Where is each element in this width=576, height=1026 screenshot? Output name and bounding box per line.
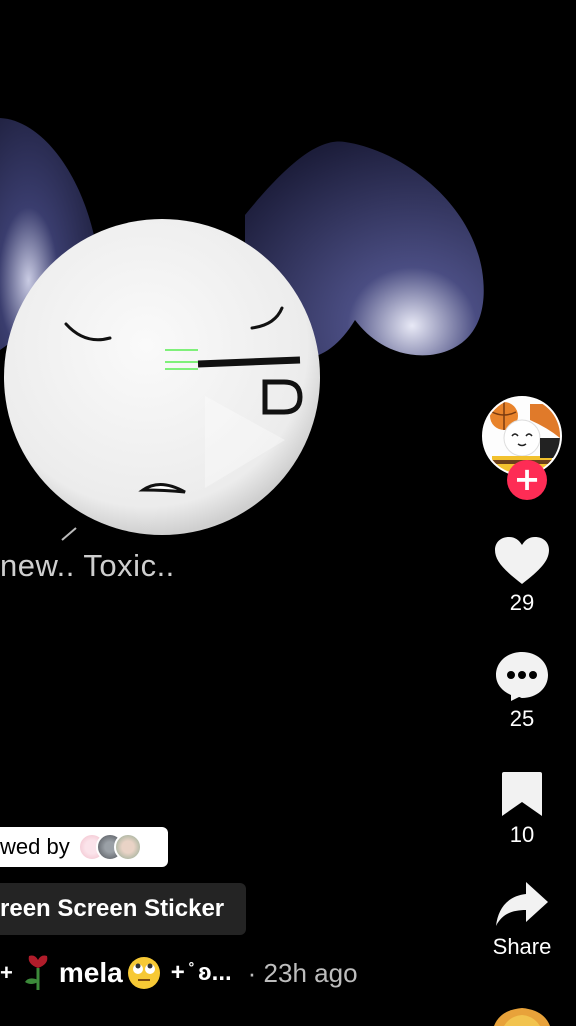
share-arrow-icon [496,882,548,926]
comment-button[interactable]: 25 [476,650,568,732]
username-suffix-decoration: + ̊ ʚ... [170,959,232,986]
wilted-rose-icon [24,955,48,990]
like-button[interactable]: 29 [476,536,568,616]
viewer-avatar [113,833,142,861]
video-overlay-caption: new.. Toxic.. [0,548,175,583]
music-disc-icon[interactable] [490,1006,554,1026]
username-prefix-decoration: + [0,960,13,985]
save-button[interactable]: 10 [476,770,568,848]
like-count: 29 [509,590,535,615]
post-timestamp: · 23h ago [247,957,358,988]
share-label: Share [492,934,552,959]
bookmark-icon [502,772,542,816]
save-count: 10 [509,822,535,847]
viewed-by-label: wed by [0,834,70,859]
username[interactable]: mela [59,957,123,989]
viewed-by-badge[interactable]: wed by [0,827,168,867]
comment-count: 25 [509,706,535,731]
eye-roll-emoji-icon [127,957,160,989]
share-button[interactable]: Share [476,880,568,960]
post-author-line[interactable]: + mela + ̊ ʚ... · 23h ago [0,950,358,996]
comment-dots-icon [496,652,548,701]
effect-sticker-tag[interactable]: reen Screen Sticker [0,883,246,935]
video-player[interactable]: new.. Toxic.. [0,0,576,1024]
follow-button[interactable]: + [507,460,547,500]
creator-avatar-wrapper[interactable]: + [482,396,564,500]
heart-icon [495,537,549,584]
video-frame-character [0,118,484,541]
effect-sticker-label: reen Screen Sticker [0,895,225,922]
viewer-avatars [77,833,142,861]
